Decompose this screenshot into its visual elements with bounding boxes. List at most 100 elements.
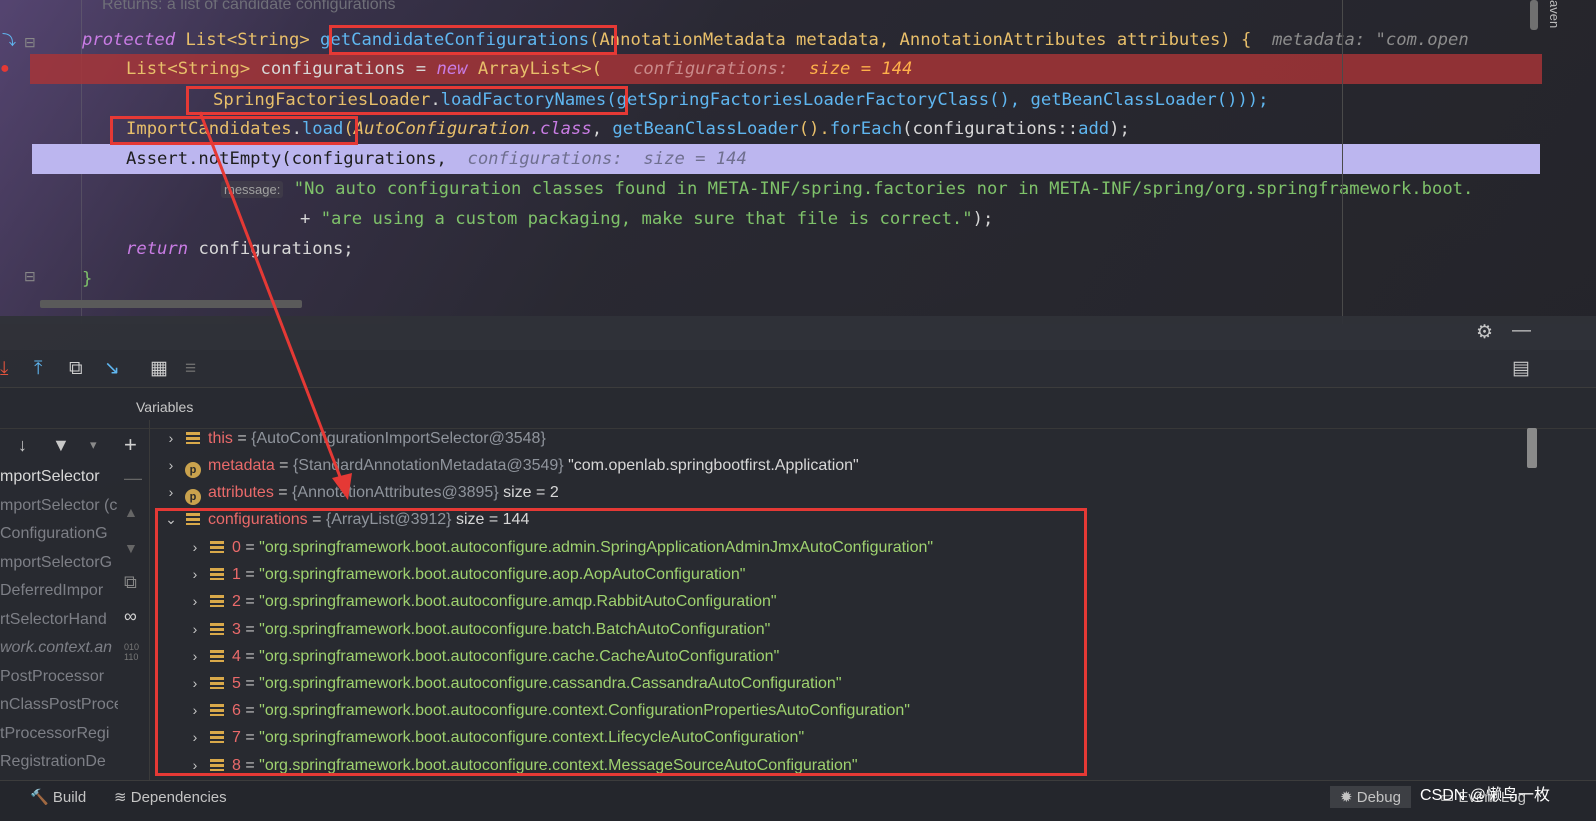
binary-icon[interactable]: 010 110 bbox=[124, 642, 139, 662]
code-line-2[interactable]: List<String> configurations = new ArrayL… bbox=[30, 54, 1542, 84]
move-down-icon[interactable]: ▼ bbox=[124, 540, 138, 556]
code-line-8[interactable]: return configurations; bbox=[0, 234, 1568, 264]
variable-name: attributes bbox=[208, 484, 274, 501]
frame-item[interactable]: DeferredImpor bbox=[0, 582, 103, 600]
paren: ); bbox=[1109, 119, 1130, 139]
type-name: List<String> bbox=[185, 30, 310, 50]
inline-hint-value: size = 144 bbox=[809, 59, 913, 79]
equals-sign: = bbox=[232, 430, 252, 447]
variables-title: Variables bbox=[136, 399, 194, 415]
method-args: (getSpringFactoriesLoaderFactoryClass(),… bbox=[606, 90, 1269, 110]
paren: ); bbox=[972, 209, 994, 229]
annotation-box-getCandidateConfigurations bbox=[329, 25, 617, 55]
right-margin-guide bbox=[1342, 0, 1343, 324]
debug-tool-header: ⚙ — bbox=[0, 316, 1596, 350]
watches-glasses-icon[interactable]: ∞ bbox=[124, 606, 137, 627]
expand-chevron-icon[interactable]: › bbox=[160, 425, 182, 452]
string-literal: "are using a custom packaging, make sure… bbox=[320, 209, 973, 229]
equals-sign: = bbox=[273, 484, 293, 501]
param-icon: p bbox=[185, 462, 201, 478]
hammer-icon: 🔨 bbox=[30, 789, 49, 806]
code-line-6[interactable]: message: "No auto configuration classes … bbox=[0, 174, 1568, 204]
breakpoint-icon[interactable]: ● bbox=[0, 60, 10, 78]
variables-side-toolbar: + — ▲ ▼ ⧉ ∞ 010 110 bbox=[118, 420, 150, 780]
variable-type: {AnnotationAttributes@3895} bbox=[292, 484, 499, 501]
frame-item[interactable]: mportSelector (c bbox=[0, 497, 117, 515]
variable-value: size = 2 bbox=[503, 484, 559, 501]
annotation-box-importCandidates-load bbox=[110, 116, 358, 145]
drop-frame-icon[interactable]: ⧉ bbox=[69, 358, 83, 380]
variable-row[interactable]: › this = {AutoConfigurationImportSelector… bbox=[160, 425, 546, 452]
copy-icon[interactable]: ⧉ bbox=[124, 572, 137, 593]
frame-item[interactable]: rtSelectorHand bbox=[0, 611, 107, 629]
variable-type: {AutoConfigurationImportSelector@3548} bbox=[251, 430, 546, 447]
inline-value-hint: configurations: size = 144 bbox=[467, 149, 747, 169]
frame-item[interactable]: tProcessorRegi bbox=[0, 725, 109, 743]
step-out-icon[interactable]: ⤒ bbox=[34, 358, 42, 380]
brace: } bbox=[82, 269, 93, 289]
code-text: Assert.notEmpty(configurations, bbox=[126, 149, 447, 169]
variable-name: this bbox=[208, 430, 233, 447]
comma: , bbox=[591, 119, 613, 139]
variable-decl: configurations = bbox=[250, 59, 437, 79]
param-hint: message: bbox=[221, 181, 284, 198]
trace-icon[interactable]: ≡ bbox=[185, 358, 196, 380]
string-literal: "No auto configuration classes found in … bbox=[293, 179, 1474, 199]
frame-item[interactable]: nClassPostProce bbox=[0, 696, 118, 714]
settings-gear-icon[interactable]: ⚙ bbox=[1476, 322, 1493, 344]
expand-chevron-icon[interactable]: › bbox=[160, 479, 182, 506]
method-name: getBeanClassLoader bbox=[612, 119, 799, 139]
code-line-1[interactable]: protected List<String> getCandidateConfi… bbox=[0, 25, 1568, 55]
param-icon: p bbox=[185, 489, 201, 505]
frame-item[interactable]: work.context.an bbox=[0, 639, 112, 657]
bug-icon: ✹ bbox=[1340, 789, 1353, 806]
maven-tool-tab[interactable]: aven bbox=[1547, 0, 1562, 28]
debug-label: Debug bbox=[1356, 789, 1401, 806]
inline-hint-label: configurations: bbox=[633, 59, 789, 79]
code-line-5-current[interactable]: Assert.notEmpty(configurations, configur… bbox=[32, 144, 1540, 174]
frame-item[interactable]: mportSelector bbox=[0, 468, 100, 486]
variable-row[interactable]: › p attributes = {AnnotationAttributes@389… bbox=[160, 479, 559, 506]
variables-scrollbar[interactable] bbox=[1527, 428, 1537, 468]
method-name: forEach bbox=[829, 119, 903, 139]
code-line-9[interactable]: } bbox=[0, 264, 1568, 294]
remove-watch-icon[interactable]: — bbox=[124, 468, 142, 489]
run-to-cursor-icon[interactable]: ↘ bbox=[104, 358, 120, 380]
variable-type: {StandardAnnotationMetadata@3549} bbox=[292, 457, 564, 474]
dependencies-tab[interactable]: ≋ Dependencies bbox=[114, 788, 227, 806]
keyword: return bbox=[126, 239, 189, 259]
paren: (). bbox=[798, 119, 830, 139]
add-watch-icon[interactable]: + bbox=[124, 432, 137, 458]
minimize-icon[interactable]: — bbox=[1512, 320, 1531, 342]
keyword: protected bbox=[82, 30, 176, 50]
frames-list[interactable]: mportSelector mportSelector (c Configurati… bbox=[0, 420, 118, 780]
evaluate-expression-icon[interactable]: ▦ bbox=[150, 358, 168, 380]
step-into-red-icon[interactable]: ⤓ bbox=[0, 358, 8, 380]
expand-chevron-icon[interactable]: › bbox=[160, 452, 182, 479]
variable-name: metadata bbox=[208, 457, 275, 474]
code-text: configurations; bbox=[188, 239, 354, 259]
operator: + bbox=[300, 209, 321, 229]
annotation-box-loadFactoryNames bbox=[186, 86, 628, 115]
keyword: new bbox=[436, 59, 468, 79]
method-params: (AnnotationMetadata metadata, Annotation… bbox=[589, 30, 1252, 50]
horizontal-scrollbar[interactable] bbox=[40, 300, 302, 308]
dependencies-label: Dependencies bbox=[130, 789, 227, 806]
build-tab[interactable]: 🔨 Build bbox=[30, 788, 86, 806]
annotation-box-configurations bbox=[155, 508, 1087, 776]
move-up-icon[interactable]: ▲ bbox=[124, 504, 138, 520]
doc-comment: Returns: a list of candidate configurati… bbox=[102, 0, 396, 13]
code-line-7[interactable]: + "are using a custom packaging, make su… bbox=[0, 204, 1568, 234]
frame-item[interactable]: PostProcessor bbox=[0, 668, 104, 686]
variable-row[interactable]: › p metadata = {StandardAnnotationMetadata… bbox=[160, 452, 859, 479]
frame-item[interactable]: mportSelectorG bbox=[0, 554, 112, 572]
layout-icon[interactable]: ▤ bbox=[1512, 358, 1530, 380]
editor-vertical-scrollbar[interactable] bbox=[1530, 0, 1538, 30]
code-editor[interactable]: ⤵ ⊟ ● ⊟ Returns: a list of candidate con… bbox=[0, 0, 1596, 324]
frame-item[interactable]: RegistrationDe bbox=[0, 753, 106, 771]
frame-item[interactable]: ConfigurationG bbox=[0, 525, 108, 543]
equals-sign: = bbox=[274, 457, 293, 474]
debug-toolbar: ⤓ ⤒ ⧉ ↘ ▦ ≡ ▤ bbox=[0, 350, 1596, 388]
inline-value-hint: metadata: "com.open bbox=[1272, 30, 1469, 50]
debug-tab[interactable]: ✹ Debug bbox=[1330, 786, 1411, 808]
